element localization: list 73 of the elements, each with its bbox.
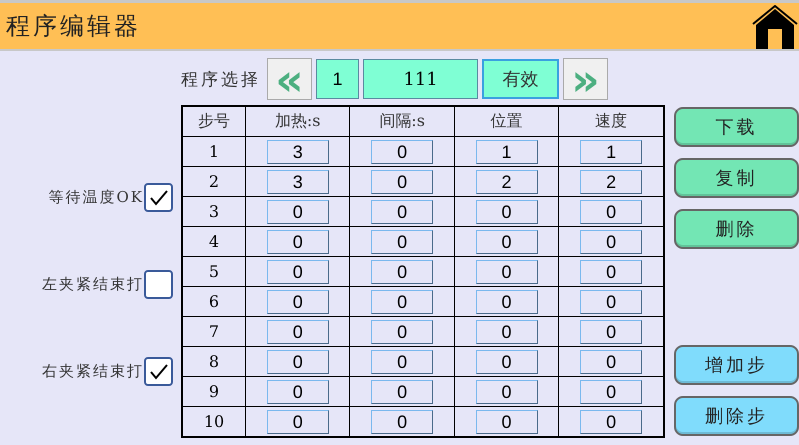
value-field[interactable]: 0 (371, 380, 434, 404)
value-field[interactable]: 0 (476, 320, 538, 344)
value-field[interactable]: 0 (266, 290, 329, 314)
value-field[interactable]: 2 (580, 170, 642, 194)
step-number: 3 (182, 196, 246, 226)
column-header: 加热:s (246, 106, 350, 136)
option-label: 等待温度OK (48, 188, 144, 207)
action-button[interactable]: 下载 (674, 107, 799, 147)
checkbox[interactable] (144, 357, 173, 386)
value-field[interactable]: 0 (371, 320, 434, 344)
value-field[interactable]: 0 (371, 230, 434, 254)
column-header: 位置 (454, 106, 559, 136)
step-number: 1 (182, 136, 246, 166)
value-field[interactable]: 0 (476, 410, 538, 434)
value-field[interactable]: 2 (476, 170, 538, 194)
action-button[interactable]: 复制 (674, 158, 799, 198)
value-field[interactable]: 0 (476, 290, 538, 314)
column-header: 间隔:s (350, 106, 454, 136)
value-field[interactable]: 0 (371, 200, 434, 224)
checkmark-icon (148, 188, 168, 206)
value-field[interactable]: 0 (476, 260, 538, 284)
step-number: 8 (182, 346, 246, 376)
program-number-field[interactable]: 1 (316, 59, 359, 99)
value-field[interactable]: 0 (580, 350, 642, 374)
value-field[interactable]: 0 (371, 350, 434, 374)
window-title: 程序编辑器 (5, 11, 141, 42)
step-number: 2 (182, 166, 246, 196)
checkbox[interactable] (144, 270, 173, 299)
value-field[interactable]: 0 (371, 140, 434, 164)
step-number: 7 (182, 316, 246, 346)
value-field[interactable]: 0 (266, 200, 329, 224)
value-field[interactable]: 1 (580, 140, 642, 164)
value-field[interactable]: 0 (266, 380, 329, 404)
step-number: 6 (182, 286, 246, 316)
checkmark-icon (148, 362, 168, 380)
value-field[interactable]: 0 (266, 350, 329, 374)
value-field[interactable]: 0 (580, 230, 642, 254)
status-display: 有效 (482, 59, 559, 99)
step-button[interactable]: 增加步 (674, 345, 799, 385)
column-header: 步号 (182, 106, 246, 136)
value-field[interactable]: 0 (476, 200, 538, 224)
value-field[interactable]: 0 (266, 320, 329, 344)
value-field[interactable]: 0 (266, 260, 329, 284)
value-field[interactable]: 0 (580, 200, 642, 224)
home-icon (752, 5, 798, 49)
value-field[interactable]: 0 (580, 320, 642, 344)
value-field[interactable]: 0 (580, 410, 642, 434)
value-field[interactable]: 0 (371, 260, 434, 284)
step-number: 5 (182, 256, 246, 286)
value-field[interactable]: 3 (266, 140, 329, 164)
program-name-field[interactable]: 111 (363, 59, 478, 99)
value-field[interactable]: 0 (476, 230, 538, 254)
step-button[interactable]: 删除步 (674, 396, 799, 436)
value-field[interactable]: 0 (580, 290, 642, 314)
value-field[interactable]: 0 (371, 170, 434, 194)
home-button[interactable] (752, 5, 798, 49)
value-field[interactable]: 0 (476, 350, 538, 374)
value-field[interactable]: 1 (476, 140, 538, 164)
value-field[interactable]: 3 (266, 170, 329, 194)
value-field[interactable]: 0 (371, 410, 434, 434)
value-field[interactable]: 0 (266, 230, 329, 254)
value-field[interactable]: 0 (266, 410, 329, 434)
option-label: 右夹紧结束打 (42, 362, 144, 381)
checkbox[interactable] (144, 183, 173, 212)
value-field[interactable]: 0 (371, 290, 434, 314)
option-label: 左夹紧结束打 (42, 275, 144, 294)
value-field[interactable]: 0 (476, 380, 538, 404)
program-select-label: 程序选择 (181, 68, 261, 90)
value-field[interactable]: 0 (580, 380, 642, 404)
step-number: 9 (182, 376, 246, 406)
action-button[interactable]: 删除 (674, 209, 799, 249)
step-number: 4 (182, 226, 246, 256)
value-field[interactable]: 0 (580, 260, 642, 284)
